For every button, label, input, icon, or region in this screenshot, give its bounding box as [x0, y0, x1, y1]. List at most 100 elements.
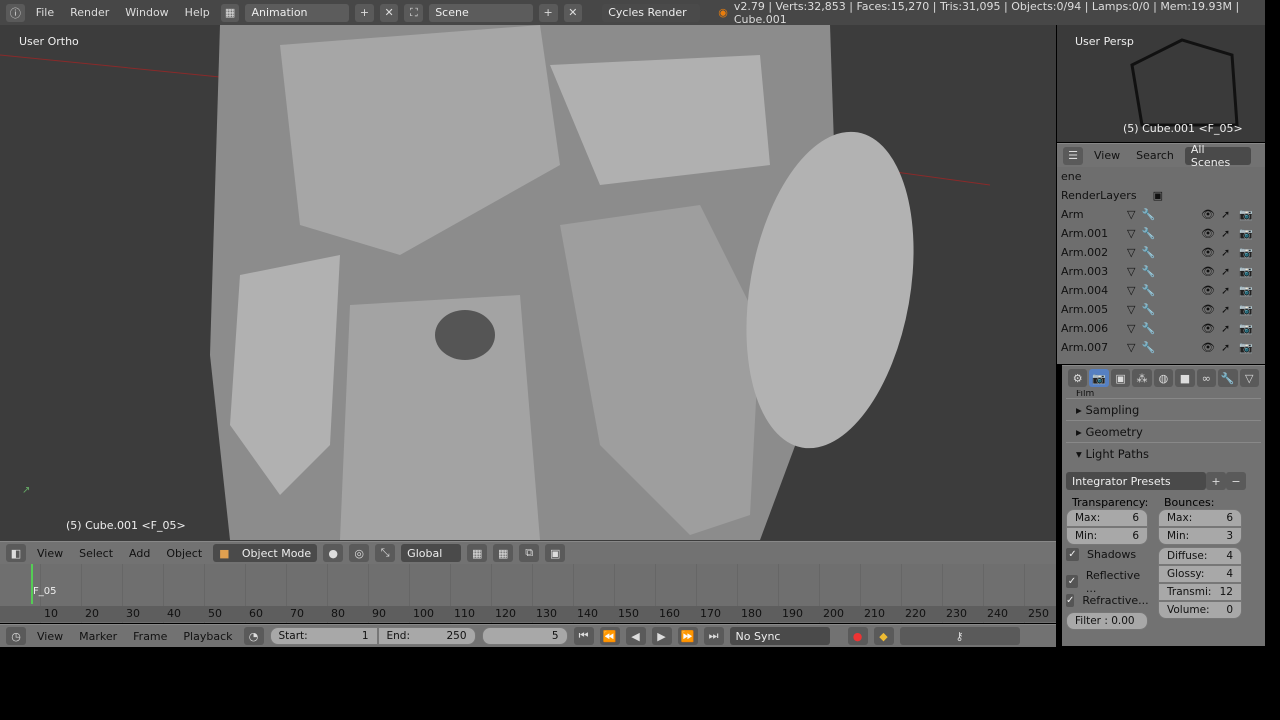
- world-tab-icon[interactable]: ◍: [1153, 369, 1174, 387]
- selectable-cursor-icon[interactable]: ➚: [1221, 341, 1230, 354]
- 3d-viewport[interactable]: User Ortho (5) Cube.001 <F_05> ↗: [0, 25, 1056, 541]
- renderable-camera-icon[interactable]: 📷: [1239, 227, 1253, 240]
- selectable-cursor-icon[interactable]: ➚: [1221, 227, 1230, 240]
- layout-icon[interactable]: ▦: [220, 3, 240, 22]
- menu-object[interactable]: Object: [161, 547, 207, 560]
- menu-view[interactable]: View: [32, 630, 68, 643]
- geometry-panel[interactable]: ▸ Geometry: [1066, 420, 1261, 442]
- prev-key-icon[interactable]: ⏪: [599, 627, 620, 645]
- refractive-caustics-checkbox[interactable]: ✓ Refractive...: [1066, 591, 1149, 610]
- current-frame-field[interactable]: 5: [481, 627, 568, 645]
- layers-icon[interactable]: ▦: [467, 544, 488, 562]
- start-frame-field[interactable]: Start: 1: [269, 627, 378, 645]
- renderable-camera-icon[interactable]: 📷: [1239, 303, 1253, 316]
- menu-view[interactable]: View: [32, 547, 68, 560]
- scene-row[interactable]: ene: [1061, 167, 1265, 186]
- menu-help[interactable]: Help: [180, 6, 215, 19]
- outliner-item[interactable]: Arm.006 ▽ 🔧 👁 ➚ 📷: [1061, 319, 1265, 338]
- menu-select[interactable]: Select: [74, 547, 118, 560]
- render-engine-select[interactable]: Cycles Render: [602, 3, 701, 22]
- remove-layout-icon[interactable]: ✕: [379, 3, 399, 22]
- jump-start-icon[interactable]: ⏮: [573, 627, 594, 645]
- transparency-field[interactable]: Max: 6: [1066, 509, 1148, 527]
- outliner-item[interactable]: Arm ▽ 🔧 👁 ➚ 📷: [1061, 205, 1265, 224]
- outliner-editor-icon[interactable]: ☰: [1063, 146, 1083, 165]
- outliner-item[interactable]: Arm.002 ▽ 🔧 👁 ➚ 📷: [1061, 243, 1265, 262]
- keying-set-icon[interactable]: ⚷: [899, 627, 1020, 645]
- render-icon[interactable]: ▣: [545, 544, 566, 562]
- render-tab-icon[interactable]: 📷: [1089, 369, 1109, 387]
- reflective-caustics-checkbox[interactable]: ✓ Reflective ...: [1066, 569, 1148, 595]
- selectable-cursor-icon[interactable]: ➚: [1221, 284, 1230, 297]
- menu-render[interactable]: Render: [65, 6, 114, 19]
- visibility-eye-icon[interactable]: 👁: [1201, 208, 1215, 221]
- shadows-checkbox[interactable]: ✓ Shadows: [1066, 545, 1148, 564]
- bounce-type-field[interactable]: Transmi: 12: [1158, 583, 1242, 601]
- renderlayers-tab-icon[interactable]: ▣: [1110, 369, 1131, 387]
- orientation-select[interactable]: Global: [401, 544, 462, 562]
- add-scene-icon[interactable]: +: [538, 3, 558, 22]
- renderable-camera-icon[interactable]: 📷: [1239, 246, 1253, 259]
- layout-select[interactable]: Animation: [245, 3, 350, 22]
- remove-scene-icon[interactable]: ✕: [563, 3, 583, 22]
- manipulator-icon[interactable]: ⤡: [375, 544, 396, 562]
- info-editor-icon[interactable]: ⓘ: [6, 3, 25, 22]
- add-layout-icon[interactable]: +: [355, 3, 374, 22]
- visibility-eye-icon[interactable]: 👁: [1201, 284, 1215, 297]
- light-paths-panel[interactable]: ▾ Light Paths: [1066, 442, 1261, 464]
- bounce-type-field[interactable]: Diffuse: 4: [1158, 547, 1242, 565]
- constraints-tab-icon[interactable]: ∞: [1196, 369, 1217, 387]
- transparency-field[interactable]: Min: 6: [1066, 527, 1148, 545]
- bounces-field[interactable]: Max: 6: [1158, 509, 1242, 527]
- selectable-cursor-icon[interactable]: ➚: [1221, 303, 1230, 316]
- menu-marker[interactable]: Marker: [74, 630, 122, 643]
- outliner-item[interactable]: Arm.007 ▽ 🔧 👁 ➚ 📷: [1061, 338, 1265, 355]
- sampling-panel[interactable]: ▸ Sampling: [1066, 398, 1261, 420]
- renderable-camera-icon[interactable]: 📷: [1239, 341, 1253, 354]
- menu-file[interactable]: File: [31, 6, 59, 19]
- timeline[interactable]: F_05 10 20 30 40 50 60 70 80 90 100 110 120 130 140 15…: [0, 564, 1056, 623]
- scene-select[interactable]: Scene: [429, 3, 533, 22]
- current-frame-line[interactable]: [31, 564, 33, 604]
- filter-glossy-field[interactable]: Filter : 0.00: [1066, 612, 1148, 630]
- timeline-editor-icon[interactable]: ◷: [6, 627, 26, 645]
- add-preset-button[interactable]: +: [1206, 472, 1226, 490]
- selectable-cursor-icon[interactable]: ➚: [1221, 265, 1230, 278]
- renderable-camera-icon[interactable]: 📷: [1239, 208, 1253, 221]
- mini-viewport[interactable]: User Persp (5) Cube.001 <F_05>: [1057, 25, 1265, 142]
- frame-ruler[interactable]: 10 20 30 40 50 60 70 80 90 100 110 120 130 140 150 160 1…: [0, 606, 1056, 622]
- shading-icon[interactable]: ●: [323, 544, 344, 562]
- end-frame-field[interactable]: End: 250: [377, 627, 476, 645]
- menu-add[interactable]: Add: [124, 547, 155, 560]
- visibility-eye-icon[interactable]: 👁: [1201, 303, 1215, 316]
- selectable-cursor-icon[interactable]: ➚: [1221, 246, 1230, 259]
- menu-playback[interactable]: Playback: [178, 630, 237, 643]
- outliner-menu-search[interactable]: Search: [1131, 149, 1179, 162]
- remove-preset-button[interactable]: −: [1226, 472, 1246, 490]
- properties-editor-icon[interactable]: ⚙: [1068, 369, 1088, 387]
- outliner-item[interactable]: Arm.003 ▽ 🔧 👁 ➚ 📷: [1061, 262, 1265, 281]
- visibility-eye-icon[interactable]: 👁: [1201, 265, 1215, 278]
- renderlayers-row[interactable]: RenderLayers ▣: [1061, 186, 1265, 205]
- selectable-cursor-icon[interactable]: ➚: [1221, 322, 1230, 335]
- record-icon[interactable]: ●: [847, 627, 868, 645]
- pivot-icon[interactable]: ◎: [349, 544, 370, 562]
- outliner-menu-view[interactable]: View: [1089, 149, 1125, 162]
- renderable-camera-icon[interactable]: 📷: [1239, 265, 1253, 278]
- play-reverse-icon[interactable]: ◀: [625, 627, 646, 645]
- keyframe-icon[interactable]: ◆: [873, 627, 894, 645]
- visibility-eye-icon[interactable]: 👁: [1201, 341, 1215, 354]
- data-tab-icon[interactable]: ▽: [1239, 369, 1259, 387]
- visibility-eye-icon[interactable]: 👁: [1201, 246, 1215, 259]
- object-tab-icon[interactable]: ■: [1175, 369, 1195, 387]
- outliner-item[interactable]: Arm.004 ▽ 🔧 👁 ➚ 📷: [1061, 281, 1265, 300]
- outliner-item[interactable]: Arm.001 ▽ 🔧 👁 ➚ 📷: [1061, 224, 1265, 243]
- outliner-item[interactable]: Arm.005 ▽ 🔧 👁 ➚ 📷: [1061, 300, 1265, 319]
- display-mode-select[interactable]: All Scenes: [1184, 143, 1251, 169]
- modifiers-tab-icon[interactable]: 🔧: [1218, 369, 1238, 387]
- layers2-icon[interactable]: ▦: [493, 544, 514, 562]
- scene-icon[interactable]: ⛶: [404, 3, 424, 22]
- bounce-type-field[interactable]: Glossy: 4: [1158, 565, 1242, 583]
- integrator-presets-select[interactable]: Integrator Presets: [1066, 472, 1206, 490]
- next-key-icon[interactable]: ⏩: [677, 627, 698, 645]
